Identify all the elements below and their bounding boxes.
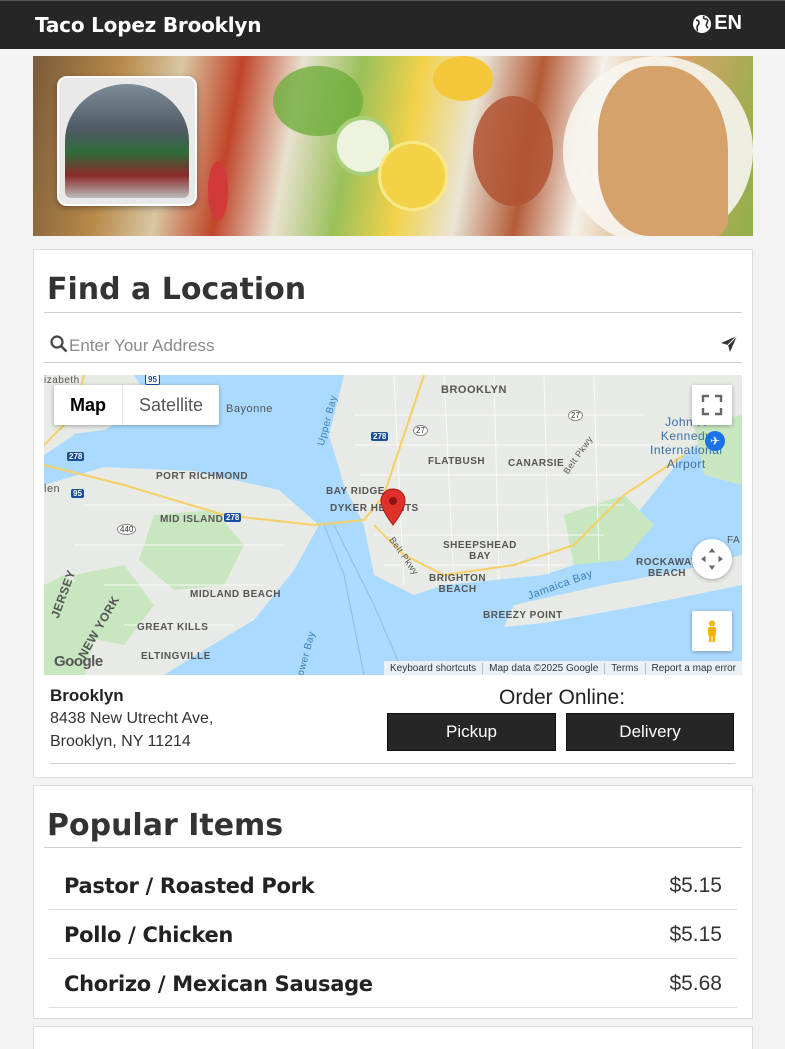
street-view-button[interactable] xyxy=(692,611,732,651)
address-input[interactable] xyxy=(69,334,689,358)
menu-item[interactable]: Pollo / Chicken $5.15 xyxy=(49,910,737,959)
keyboard-shortcuts-link[interactable]: Keyboard shortcuts xyxy=(384,663,482,674)
hero-banner-image xyxy=(33,56,753,236)
route-shield: 278 xyxy=(67,452,85,461)
globe-icon xyxy=(693,14,712,33)
route-shield: 95 xyxy=(71,489,84,498)
map-label-port-richmond: PORT RICHMOND xyxy=(156,471,249,482)
map-data-text: Map data ©2025 Google xyxy=(482,662,604,674)
map-label-bayonne: Bayonne xyxy=(226,403,273,415)
pegman-icon xyxy=(708,620,716,642)
map-label-rockaway-beach: ROCKAWAY BEACH xyxy=(636,557,698,579)
map-label-great-kills: GREAT KILLS xyxy=(137,622,209,633)
map-type-map-button[interactable]: Map xyxy=(54,385,122,425)
location-divider xyxy=(50,763,735,764)
route-shield: 95 xyxy=(145,375,160,385)
map-label-brighton-beach: BRIGHTON BEACH xyxy=(429,573,487,595)
map-label-bay-ridge: BAY RIDGE xyxy=(326,486,385,497)
report-map-error-link[interactable]: Report a map error xyxy=(644,662,742,674)
title-divider xyxy=(44,312,742,313)
map-label-mid-island: MID ISLAND xyxy=(160,514,224,525)
map-label-elen: len xyxy=(44,483,61,495)
route-shield: 27 xyxy=(568,410,583,421)
language-selector[interactable]: EN xyxy=(692,12,742,35)
food-truck-photo xyxy=(57,76,197,206)
menu-item-name: Chorizo / Mexican Sausage xyxy=(64,972,373,996)
map-type-satellite-button[interactable]: Satellite xyxy=(122,385,219,425)
terms-link[interactable]: Terms xyxy=(604,662,644,674)
map-label-breezy-point: BREEZY POINT xyxy=(483,610,563,621)
locate-arrow-icon[interactable] xyxy=(720,335,738,353)
fullscreen-icon xyxy=(701,394,723,416)
map-type-toggle: Map Satellite xyxy=(54,385,220,425)
map-label-canarsie: CANARSIE xyxy=(508,458,565,469)
route-shield: 27 xyxy=(413,425,428,436)
map-attribution: Keyboard shortcuts Map data ©2025 Google… xyxy=(383,661,742,675)
brand-title[interactable]: Taco Lopez Brooklyn xyxy=(35,13,262,37)
pickup-button[interactable]: Pickup xyxy=(387,713,556,751)
move-arrows-icon xyxy=(701,548,723,570)
menu-item-name: Pollo / Chicken xyxy=(64,923,234,947)
title-divider xyxy=(44,847,742,848)
popular-items-title: Popular Items xyxy=(47,808,284,843)
menu-item[interactable]: Chorizo / Mexican Sausage $5.68 xyxy=(49,959,737,1008)
route-shield: 278 xyxy=(224,513,242,522)
map-label-sheepshead-bay: SHEEPSHEAD BAY xyxy=(443,540,517,562)
map-label-brooklyn: BROOKLYN xyxy=(441,384,507,396)
search-icon xyxy=(50,335,68,353)
map-label-flatbush: FLATBUSH xyxy=(428,456,486,467)
map-label-fa: FA xyxy=(727,535,741,546)
next-section-card xyxy=(33,1026,753,1049)
location-name: Brooklyn xyxy=(50,686,124,705)
address-line-1: 8438 New Utrecht Ave, xyxy=(50,710,214,727)
map-label-eltingville: ELTINGVILLE xyxy=(141,651,211,662)
camera-control-button[interactable] xyxy=(692,539,732,579)
language-label: EN xyxy=(714,12,742,34)
airport-icon: ✈ xyxy=(705,431,725,451)
delivery-button[interactable]: Delivery xyxy=(566,713,734,751)
address-search xyxy=(44,330,742,363)
find-location-card: Find a Location Enter Your Address BROOK… xyxy=(33,249,753,778)
menu-item[interactable]: Pastor / Roasted Pork $5.15 xyxy=(49,861,737,910)
popular-items-card: Popular Items Pastor / Roasted Pork $5.1… xyxy=(33,785,753,1019)
menu-item-price: $5.68 xyxy=(669,972,722,995)
fullscreen-button[interactable] xyxy=(692,385,732,425)
top-header: Taco Lopez Brooklyn EN xyxy=(0,0,785,49)
google-logo: Google xyxy=(54,653,103,670)
find-location-title: Find a Location xyxy=(47,272,307,307)
order-online-label: Order Online: xyxy=(499,686,626,709)
route-shield: 278 xyxy=(371,432,389,441)
address-line-2: Brooklyn, NY 11214 xyxy=(50,733,191,750)
location-map[interactable]: BROOKLYN FLATBUSH CANARSIE PORT RICHMOND… xyxy=(44,375,742,675)
menu-item-price: $5.15 xyxy=(669,923,722,946)
location-pin-icon[interactable] xyxy=(380,488,406,526)
map-label-midland-beach: MIDLAND BEACH xyxy=(190,589,281,600)
menu-item-name: Pastor / Roasted Pork xyxy=(64,874,315,898)
menu-item-price: $5.15 xyxy=(669,874,722,897)
